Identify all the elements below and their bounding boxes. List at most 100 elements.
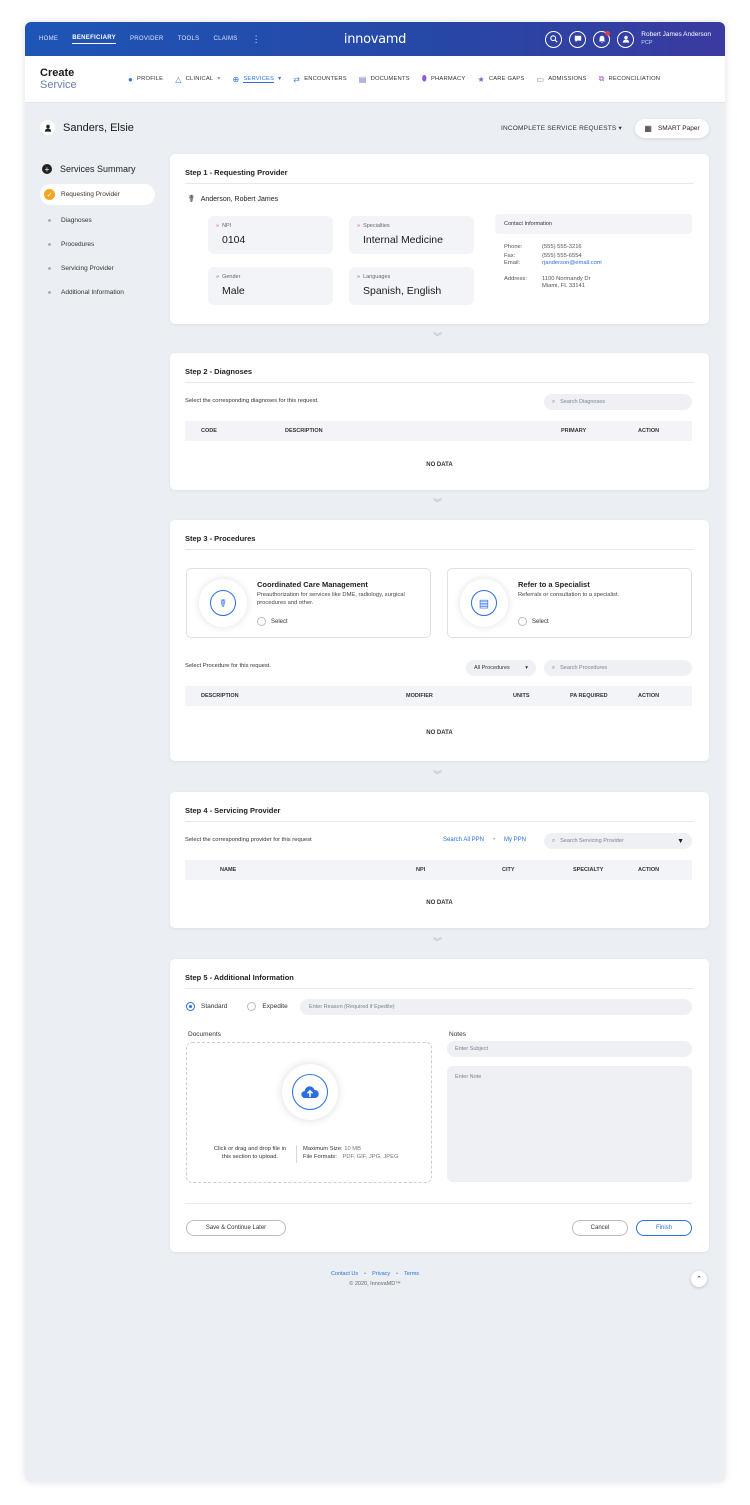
- search-procedures-input[interactable]: ⌕ Search Procedures: [544, 660, 692, 676]
- arrow-icon: »: [357, 223, 361, 229]
- tab-admissions[interactable]: ▭ ADMISSIONS: [536, 75, 586, 84]
- note-subject-input[interactable]: Enter Subject: [447, 1041, 692, 1057]
- sidebar-item-procedures[interactable]: Procedures: [40, 232, 155, 256]
- search-all-ppn-link[interactable]: Search All PPN: [443, 837, 484, 843]
- tab-label: DOCUMENTS: [370, 76, 410, 82]
- filter-value: All Procedures: [474, 665, 510, 671]
- contact-title: Contact Information: [495, 214, 692, 234]
- coordinated-care-option[interactable]: ☤ Coordinated Care Management Preauthori…: [186, 568, 431, 638]
- search-placeholder: Search Diagnoses: [560, 399, 606, 405]
- search-diagnoses-input[interactable]: ⌕ Search Diagnoses: [544, 394, 692, 410]
- incomplete-requests-dropdown[interactable]: INCOMPLETE SERVICE REQUESTS ▾: [501, 124, 622, 132]
- notes-label: Notes: [449, 1031, 466, 1038]
- file-dropzone[interactable]: Click or drag and drop file in this sect…: [186, 1042, 432, 1183]
- email-link[interactable]: rjanderson@email.com: [542, 260, 602, 267]
- bullet-icon: [48, 218, 51, 222]
- tab-documents[interactable]: ▤ DOCUMENTS: [359, 75, 410, 84]
- privacy-link[interactable]: Privacy: [372, 1271, 390, 1277]
- person-icon: ●: [128, 74, 134, 84]
- chevron-down-icon: ▾: [278, 76, 282, 82]
- orb: ▤: [460, 579, 508, 627]
- sidebar-item-label: Additional Information: [61, 288, 124, 296]
- note-body-textarea[interactable]: Enter Note: [447, 1066, 692, 1182]
- scroll-to-top-button[interactable]: ⌃: [691, 1271, 707, 1287]
- user-info[interactable]: Robert James Anderson PCP: [641, 31, 711, 47]
- finish-button[interactable]: Finish: [636, 1220, 692, 1236]
- sidebar-item-diagnoses[interactable]: Diagnoses: [40, 208, 155, 232]
- select-label: Select: [271, 618, 288, 625]
- notification-bell-icon[interactable]: [593, 30, 611, 48]
- specialties-value: Internal Medicine: [363, 234, 443, 246]
- top-nav: HOME BENEFICIARY PROVIDER TOOLS CLAIMS ⋮: [39, 34, 261, 45]
- col-code: CODE: [201, 428, 217, 434]
- filter-icon[interactable]: ▼: [677, 838, 684, 845]
- caduceus-icon: ☤: [188, 194, 195, 205]
- my-ppn-link[interactable]: My PPN: [504, 837, 526, 843]
- app-logo[interactable]: innovamd: [344, 32, 407, 47]
- step2-title: Step 2 - Diagnoses: [185, 367, 694, 383]
- tab-services[interactable]: ⊕ SERVICES ▾: [232, 75, 281, 84]
- refer-specialist-option[interactable]: ▤ Refer to a Specialist Referrals or con…: [447, 568, 692, 638]
- option-select-radio[interactable]: Select: [257, 617, 288, 626]
- step1-card: Step 1 - Requesting Provider ☤ Anderson,…: [170, 154, 709, 324]
- nav-beneficiary[interactable]: BENEFICIARY: [72, 35, 116, 44]
- cloud-upload-icon: [292, 1074, 328, 1110]
- tab-care-gaps[interactable]: ★ CARE GAPS: [477, 75, 524, 84]
- address-value: 1100 Normandy Dr Miami, FL 33141: [542, 276, 591, 290]
- chevron-double-down-icon: ︾: [433, 937, 443, 947]
- option-select-radio[interactable]: Select: [518, 617, 549, 626]
- tab-encounters[interactable]: ⇄ ENCOUNTERS: [293, 75, 347, 84]
- npi-value: 0104: [222, 234, 246, 246]
- max-size-label: Maximum Size:: [303, 1146, 343, 1152]
- max-size-row: Maximum Size: 10 MB: [303, 1145, 399, 1153]
- chat-icon[interactable]: [569, 30, 587, 48]
- sidebar-item-label: Requesting Provider: [61, 191, 120, 198]
- sidebar-item-additional-information[interactable]: Additional Information: [40, 280, 155, 304]
- cancel-button[interactable]: Cancel: [572, 1220, 628, 1236]
- standard-radio[interactable]: [186, 1002, 195, 1011]
- nav-claims[interactable]: CLAIMS: [213, 36, 237, 42]
- terms-link[interactable]: Terms: [404, 1271, 419, 1277]
- phone-label: Phone:: [504, 244, 523, 250]
- flask-icon: △: [175, 74, 182, 84]
- search-icon[interactable]: [545, 30, 563, 48]
- nav-home[interactable]: HOME: [39, 36, 58, 42]
- tab-reconciliation[interactable]: ⧉ RECONCILIATION: [599, 74, 661, 84]
- tab-pharmacy[interactable]: ⬮ PHARMACY: [422, 74, 466, 84]
- search-servicing-provider-input[interactable]: ⌕ Search Servicing Provider ▼: [544, 833, 692, 849]
- smart-paper-button[interactable]: ▦ SMART Paper: [635, 119, 709, 138]
- section-tabs: ● PROFILE △ CLINICAL ▾ ⊕ SERVICES ▾ ⇄ ENCOUNTE…: [128, 74, 660, 84]
- step3-hint: Select Procedure for this request.: [185, 663, 272, 669]
- nav-provider[interactable]: PROVIDER: [130, 36, 164, 42]
- expedite-reason-input[interactable]: Enter Reason (Required if Epedite): [300, 999, 692, 1015]
- procedures-table-header: DESCRIPTION MODIFIER UNITS PA REQUIRED A…: [185, 686, 692, 706]
- sidebar-title: + Services Summary: [42, 164, 155, 174]
- procedure-filter-dropdown[interactable]: All Procedures ▾: [466, 660, 536, 676]
- chevron-double-down-icon: ︾: [433, 332, 443, 342]
- caret-down-icon: ▾: [525, 665, 528, 671]
- plus-circle-icon: ⊕: [232, 74, 240, 84]
- dot-separator: •: [396, 1271, 399, 1277]
- bullet-icon: [48, 266, 51, 270]
- contact-us-link[interactable]: Contact Us: [331, 1271, 358, 1277]
- search-icon: ⌕: [552, 398, 556, 405]
- sidebar-item-servicing-provider[interactable]: Servicing Provider: [40, 256, 155, 280]
- page-title: Create Service: [40, 67, 128, 91]
- expedite-radio[interactable]: [247, 1002, 257, 1011]
- user-name: Robert James Anderson: [641, 31, 711, 38]
- tab-profile[interactable]: ● PROFILE: [128, 75, 163, 84]
- sidebar-item-requesting-provider[interactable]: ✓ Requesting Provider: [40, 184, 155, 205]
- more-menu-icon[interactable]: ⋮: [252, 34, 261, 45]
- step4-hint: Select the corresponding provider for th…: [185, 837, 312, 843]
- chevron-double-down-icon: ︾: [433, 770, 443, 780]
- dot-separator: •: [493, 837, 496, 843]
- page-title-line2: Service: [40, 79, 77, 91]
- tab-label: CARE GAPS: [488, 76, 525, 82]
- tab-clinical[interactable]: △ CLINICAL ▾: [175, 75, 220, 84]
- search-placeholder: Search Servicing Provider: [560, 838, 624, 844]
- save-continue-later-button[interactable]: Save & Continue Later: [186, 1220, 286, 1236]
- user-avatar-icon[interactable]: [617, 30, 635, 48]
- nav-tools[interactable]: TOOLS: [178, 36, 200, 42]
- sidebar-title-text: Services Summary: [60, 164, 136, 174]
- col-name: NAME: [220, 867, 237, 873]
